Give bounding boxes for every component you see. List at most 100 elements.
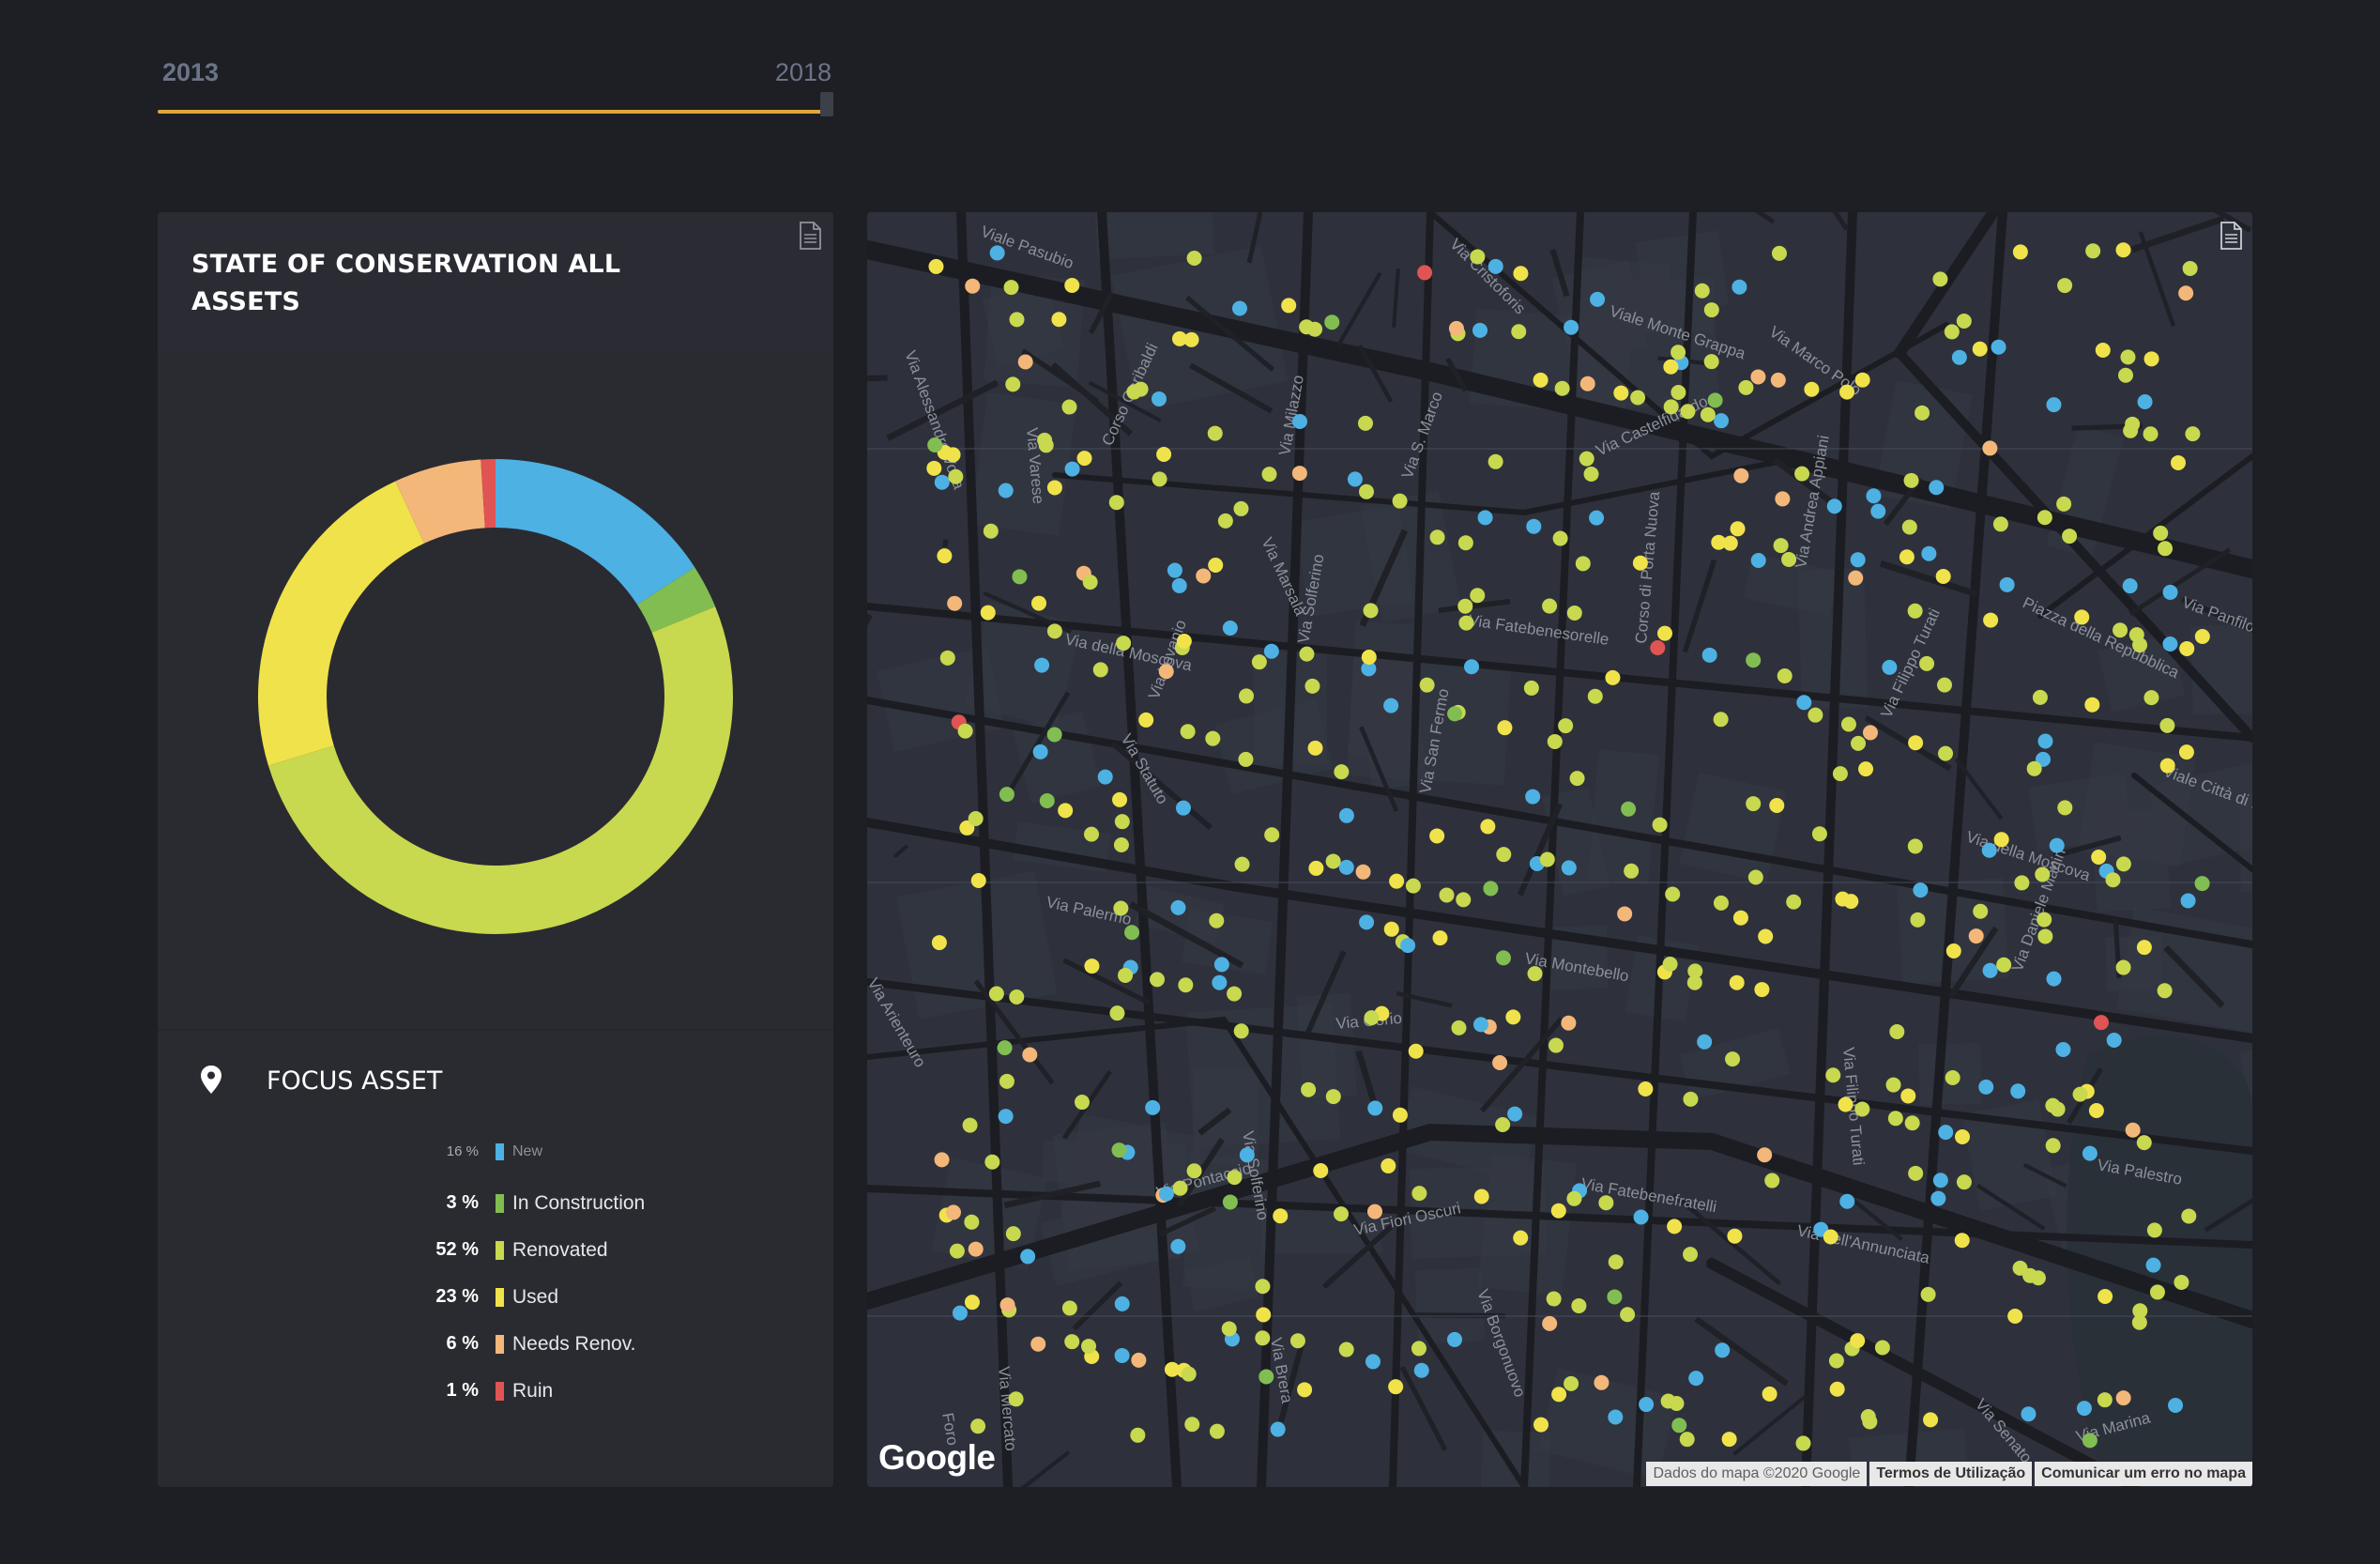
- asset-marker[interactable]: [1561, 1015, 1577, 1031]
- asset-marker[interactable]: [1167, 562, 1182, 578]
- asset-marker[interactable]: [1671, 345, 1686, 360]
- asset-marker[interactable]: [1383, 698, 1399, 713]
- asset-marker[interactable]: [1359, 914, 1375, 930]
- asset-marker[interactable]: [1463, 659, 1479, 675]
- asset-marker[interactable]: [1392, 1107, 1408, 1123]
- asset-marker[interactable]: [1992, 516, 2008, 532]
- asset-marker[interactable]: [2046, 971, 2062, 987]
- asset-marker[interactable]: [1929, 480, 1945, 496]
- legend-item[interactable]: 23 % Used: [270, 1277, 758, 1324]
- asset-marker[interactable]: [1583, 467, 1599, 483]
- asset-marker[interactable]: [1955, 1129, 1971, 1145]
- asset-marker[interactable]: [1046, 623, 1062, 639]
- asset-marker[interactable]: [1715, 1342, 1731, 1358]
- asset-marker[interactable]: [1551, 1387, 1567, 1403]
- asset-marker[interactable]: [1683, 1247, 1699, 1263]
- asset-marker[interactable]: [1738, 379, 1754, 395]
- asset-marker[interactable]: [1207, 425, 1223, 441]
- asset-marker[interactable]: [1564, 319, 1579, 335]
- asset-marker[interactable]: [1624, 863, 1640, 879]
- asset-marker[interactable]: [1432, 930, 1448, 946]
- asset-marker[interactable]: [1701, 647, 1717, 663]
- asset-marker[interactable]: [1324, 314, 1340, 330]
- asset-marker[interactable]: [2168, 1397, 2184, 1413]
- asset-marker[interactable]: [2074, 609, 2090, 625]
- asset-marker[interactable]: [1978, 1079, 1994, 1095]
- asset-marker[interactable]: [1564, 1375, 1579, 1391]
- asset-marker[interactable]: [1505, 1009, 1521, 1025]
- asset-marker[interactable]: [957, 723, 973, 739]
- asset-marker[interactable]: [1251, 654, 1267, 670]
- asset-marker[interactable]: [1854, 1101, 1870, 1117]
- asset-marker[interactable]: [1825, 1067, 1841, 1083]
- asset-marker[interactable]: [2082, 1433, 2098, 1449]
- asset-marker[interactable]: [2115, 856, 2131, 872]
- asset-marker[interactable]: [1388, 1379, 1404, 1395]
- asset-marker[interactable]: [1633, 1209, 1649, 1225]
- asset-marker[interactable]: [1111, 1142, 1127, 1158]
- asset-marker[interactable]: [1579, 451, 1594, 467]
- asset-marker[interactable]: [1496, 847, 1512, 863]
- asset-marker[interactable]: [1138, 712, 1154, 728]
- asset-marker[interactable]: [988, 986, 1004, 1002]
- asset-marker[interactable]: [1213, 957, 1229, 973]
- asset-marker[interactable]: [1935, 569, 1951, 585]
- asset-marker[interactable]: [1156, 447, 1172, 463]
- asset-marker[interactable]: [1313, 1163, 1329, 1179]
- asset-marker[interactable]: [1222, 1194, 1238, 1210]
- asset-marker[interactable]: [1930, 1190, 1946, 1206]
- asset-marker[interactable]: [1061, 1300, 1077, 1316]
- asset-marker[interactable]: [1034, 657, 1050, 673]
- asset-marker[interactable]: [1750, 369, 1766, 385]
- legend-item[interactable]: 3 % In Construction: [270, 1183, 758, 1230]
- asset-marker[interactable]: [1171, 577, 1187, 593]
- legend-item[interactable]: 6 % Needs Renov.: [270, 1324, 758, 1371]
- asset-marker[interactable]: [2057, 278, 2073, 294]
- asset-marker[interactable]: [1882, 659, 1898, 675]
- asset-marker[interactable]: [1851, 735, 1867, 751]
- asset-marker[interactable]: [1754, 982, 1770, 998]
- asset-marker[interactable]: [1037, 432, 1053, 448]
- asset-marker[interactable]: [1769, 798, 1785, 814]
- asset-marker[interactable]: [2105, 872, 2121, 888]
- asset-marker[interactable]: [1472, 1017, 1488, 1033]
- asset-marker[interactable]: [1012, 569, 1028, 585]
- asset-marker[interactable]: [2026, 760, 2042, 776]
- asset-marker[interactable]: [1546, 1291, 1562, 1307]
- asset-marker[interactable]: [1993, 832, 2009, 848]
- asset-marker[interactable]: [1114, 1347, 1130, 1363]
- asset-marker[interactable]: [2050, 1101, 2066, 1117]
- asset-marker[interactable]: [1804, 381, 1820, 397]
- asset-marker[interactable]: [1186, 1163, 1202, 1179]
- asset-marker[interactable]: [952, 1305, 968, 1321]
- asset-marker[interactable]: [1679, 1432, 1695, 1448]
- donut-slice-renovated[interactable]: [267, 606, 734, 935]
- asset-map[interactable]: Viale Pasubio Via CristoforisViale Monte …: [867, 212, 2252, 1487]
- asset-marker[interactable]: [1996, 957, 2012, 973]
- asset-marker[interactable]: [1458, 615, 1474, 631]
- asset-marker[interactable]: [1008, 1391, 1024, 1407]
- asset-marker[interactable]: [1639, 1397, 1655, 1413]
- asset-marker[interactable]: [1363, 603, 1379, 619]
- asset-marker[interactable]: [1758, 928, 1774, 944]
- asset-marker[interactable]: [1713, 895, 1729, 911]
- asset-marker[interactable]: [2072, 1086, 2088, 1102]
- asset-marker[interactable]: [1419, 677, 1435, 693]
- asset-marker[interactable]: [1660, 1393, 1676, 1409]
- asset-marker[interactable]: [1124, 925, 1140, 941]
- asset-marker[interactable]: [1727, 1228, 1743, 1244]
- asset-marker[interactable]: [1533, 372, 1549, 388]
- asset-marker[interactable]: [1667, 1219, 1683, 1234]
- asset-marker[interactable]: [931, 935, 947, 951]
- asset-marker[interactable]: [926, 460, 942, 476]
- asset-marker[interactable]: [1694, 283, 1710, 299]
- asset-marker[interactable]: [1915, 405, 1930, 421]
- asset-marker[interactable]: [1764, 1173, 1780, 1188]
- asset-marker[interactable]: [1020, 1249, 1036, 1265]
- asset-marker[interactable]: [2037, 912, 2052, 928]
- asset-marker[interactable]: [1904, 1115, 1920, 1131]
- asset-marker[interactable]: [1130, 1427, 1146, 1443]
- asset-marker[interactable]: [1411, 1341, 1426, 1357]
- asset-marker[interactable]: [1064, 1334, 1080, 1350]
- asset-marker[interactable]: [1051, 312, 1067, 328]
